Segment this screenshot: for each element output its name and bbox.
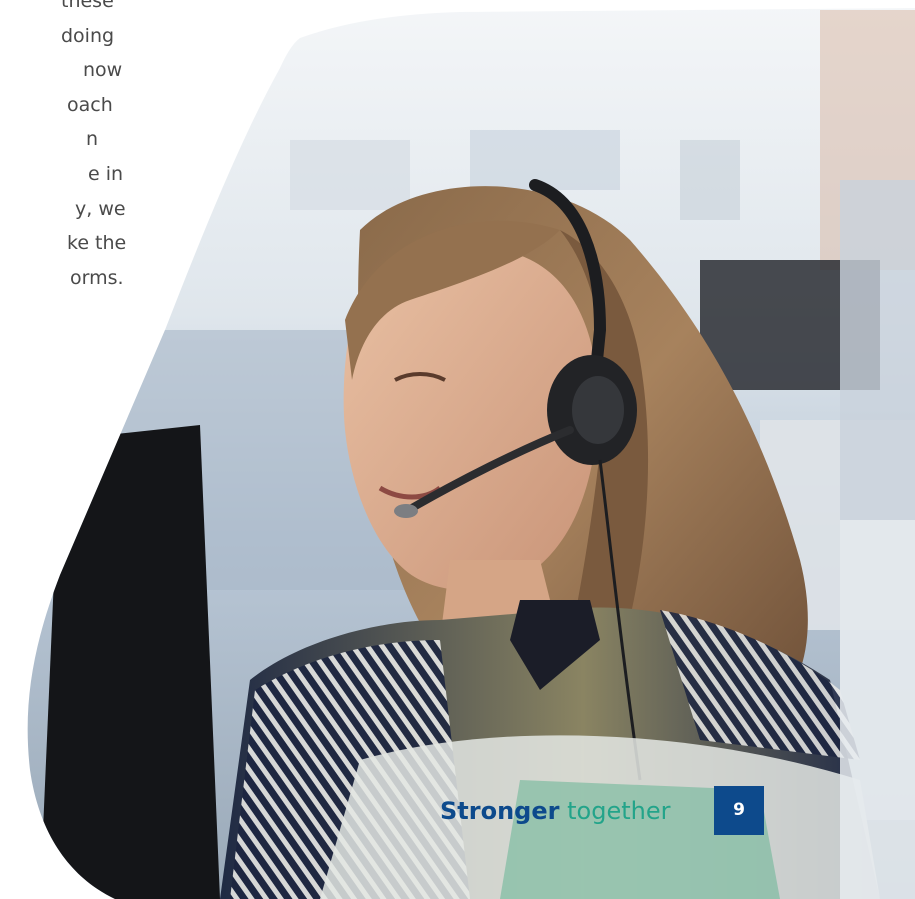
tagline-strong: Stronger — [440, 797, 560, 825]
call-centre-photo — [0, 0, 915, 899]
brand-tagline: Stronger together — [440, 791, 670, 831]
tagline-light: together — [567, 797, 671, 825]
page-number: 9 — [714, 786, 764, 835]
